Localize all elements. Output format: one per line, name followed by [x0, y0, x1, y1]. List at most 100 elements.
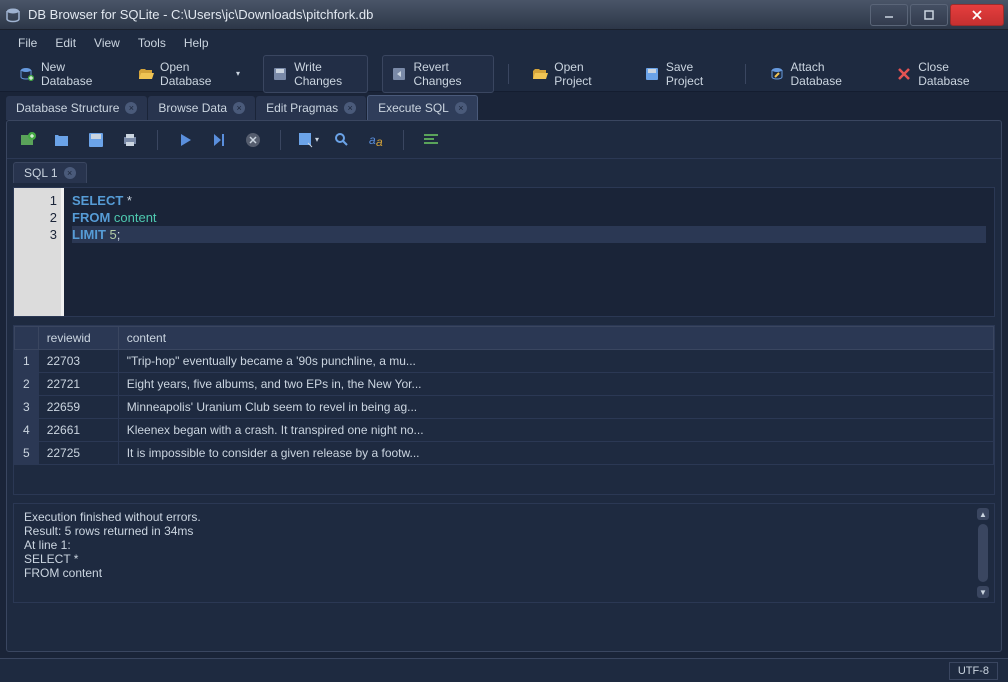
- line-number: 1: [14, 192, 57, 209]
- tab-sql-1[interactable]: SQL 1 ×: [13, 162, 87, 183]
- chevron-down-icon: ▾: [236, 69, 240, 78]
- sql-editor[interactable]: 1 2 3 SELECT * FROM content LIMIT 5;: [13, 187, 995, 317]
- row-number: 3: [15, 396, 39, 419]
- execute-line-button[interactable]: [208, 129, 230, 151]
- log-line: At line 1:: [24, 538, 984, 552]
- menu-view[interactable]: View: [86, 32, 128, 54]
- cell-content[interactable]: It is impossible to consider a given rel…: [118, 442, 993, 465]
- encoding-indicator[interactable]: UTF-8: [949, 662, 998, 680]
- save-project-icon: [644, 66, 660, 82]
- table-row[interactable]: 322659Minneapolis' Uranium Club seem to …: [15, 396, 994, 419]
- window-title: DB Browser for SQLite - C:\Users\jc\Down…: [28, 7, 870, 22]
- cell-reviewid[interactable]: 22661: [38, 419, 118, 442]
- main-toolbar: New Database Open Database ▾ Write Chang…: [0, 56, 1008, 92]
- beautify-button[interactable]: [420, 129, 442, 151]
- menu-file[interactable]: File: [10, 32, 45, 54]
- attach-database-label: Attach Database: [791, 60, 865, 88]
- print-button[interactable]: [119, 129, 141, 151]
- row-number: 5: [15, 442, 39, 465]
- table-row[interactable]: 122703"Trip-hop" eventually became a '90…: [15, 350, 994, 373]
- table-row[interactable]: 522725It is impossible to consider a giv…: [15, 442, 994, 465]
- column-header-rownum[interactable]: [15, 327, 39, 350]
- toolbar-separator: [280, 130, 281, 150]
- open-database-button[interactable]: Open Database ▾: [129, 55, 249, 93]
- tab-browse-data[interactable]: Browse Data×: [148, 96, 255, 120]
- menu-edit[interactable]: Edit: [47, 32, 84, 54]
- revert-changes-icon: [391, 66, 407, 82]
- new-tab-button[interactable]: [17, 129, 39, 151]
- app-icon: [4, 6, 22, 24]
- tab-label: Edit Pragmas: [266, 101, 338, 115]
- log-line: SELECT *: [24, 552, 984, 566]
- table-row[interactable]: 422661Kleenex began with a crash. It tra…: [15, 419, 994, 442]
- close-database-button[interactable]: Close Database: [887, 55, 998, 93]
- cell-reviewid[interactable]: 22659: [38, 396, 118, 419]
- save-project-button[interactable]: Save Project: [635, 55, 731, 93]
- save-file-button[interactable]: [85, 129, 107, 151]
- close-button[interactable]: [950, 4, 1004, 26]
- new-database-label: New Database: [41, 60, 106, 88]
- cell-reviewid[interactable]: 22725: [38, 442, 118, 465]
- column-header-content[interactable]: content: [118, 327, 993, 350]
- attach-database-button[interactable]: Attach Database: [760, 55, 874, 93]
- scroll-up-icon[interactable]: ▲: [977, 508, 989, 520]
- sql-toolbar: ▾ aa: [7, 121, 1001, 159]
- open-project-label: Open Project: [554, 60, 612, 88]
- execute-button[interactable]: [174, 129, 196, 151]
- toolbar-separator: [403, 130, 404, 150]
- write-changes-icon: [272, 66, 288, 82]
- stop-button[interactable]: [242, 129, 264, 151]
- tab-label: SQL 1: [24, 166, 58, 180]
- scroll-thumb[interactable]: [978, 524, 988, 582]
- toolbar-separator: [157, 130, 158, 150]
- log-line: Result: 5 rows returned in 34ms: [24, 524, 984, 538]
- results-table: reviewid content 122703"Trip-hop" eventu…: [13, 325, 995, 495]
- tab-edit-pragmas[interactable]: Edit Pragmas ×: [256, 96, 366, 120]
- titlebar: DB Browser for SQLite - C:\Users\jc\Down…: [0, 0, 1008, 30]
- svg-text:a: a: [369, 133, 376, 147]
- close-database-icon: [896, 66, 912, 82]
- find-replace-button[interactable]: aa: [365, 129, 387, 151]
- menu-tools[interactable]: Tools: [130, 32, 174, 54]
- close-icon[interactable]: ×: [125, 102, 137, 114]
- cell-reviewid[interactable]: 22721: [38, 373, 118, 396]
- cell-reviewid[interactable]: 22703: [38, 350, 118, 373]
- tab-database-structure[interactable]: Database Structure×: [6, 96, 147, 120]
- write-changes-button[interactable]: Write Changes: [263, 55, 368, 93]
- close-icon[interactable]: ×: [455, 102, 467, 114]
- open-database-label: Open Database: [160, 60, 228, 88]
- tab-label: Execute SQL: [378, 101, 449, 115]
- open-file-button[interactable]: [51, 129, 73, 151]
- close-icon[interactable]: ×: [233, 102, 245, 114]
- cell-content[interactable]: "Trip-hop" eventually became a '90s punc…: [118, 350, 993, 373]
- table-row[interactable]: 222721Eight years, five albums, and two …: [15, 373, 994, 396]
- minimize-button[interactable]: [870, 4, 908, 26]
- code-area[interactable]: SELECT * FROM content LIMIT 5;: [64, 188, 994, 316]
- revert-changes-label: Revert Changes: [413, 60, 485, 88]
- keyword: SELECT: [72, 193, 123, 208]
- find-button[interactable]: [331, 129, 353, 151]
- keyword: LIMIT: [72, 227, 106, 242]
- chevron-down-icon: ▾: [315, 135, 319, 144]
- scroll-down-icon[interactable]: ▼: [977, 586, 989, 598]
- save-project-label: Save Project: [666, 60, 722, 88]
- sql-tabs: SQL 1 ×: [7, 159, 1001, 183]
- close-icon[interactable]: ×: [64, 167, 76, 179]
- cell-content[interactable]: Eight years, five albums, and two EPs in…: [118, 373, 993, 396]
- scrollbar[interactable]: ▲ ▼: [976, 508, 990, 598]
- tab-execute-sql[interactable]: Execute SQL ×: [367, 95, 478, 120]
- revert-changes-button[interactable]: Revert Changes: [382, 55, 494, 93]
- save-results-button[interactable]: ▾: [297, 129, 319, 151]
- cell-content[interactable]: Kleenex began with a crash. It transpire…: [118, 419, 993, 442]
- menu-help[interactable]: Help: [176, 32, 217, 54]
- toolbar-separator: [745, 64, 746, 84]
- cell-content[interactable]: Minneapolis' Uranium Club seem to revel …: [118, 396, 993, 419]
- column-header-reviewid[interactable]: reviewid: [38, 327, 118, 350]
- open-database-icon: [138, 66, 154, 82]
- row-number: 1: [15, 350, 39, 373]
- new-database-button[interactable]: New Database: [10, 55, 115, 93]
- close-icon[interactable]: ×: [344, 102, 356, 114]
- open-project-button[interactable]: Open Project: [523, 55, 621, 93]
- maximize-button[interactable]: [910, 4, 948, 26]
- line-gutter: 1 2 3: [14, 188, 64, 316]
